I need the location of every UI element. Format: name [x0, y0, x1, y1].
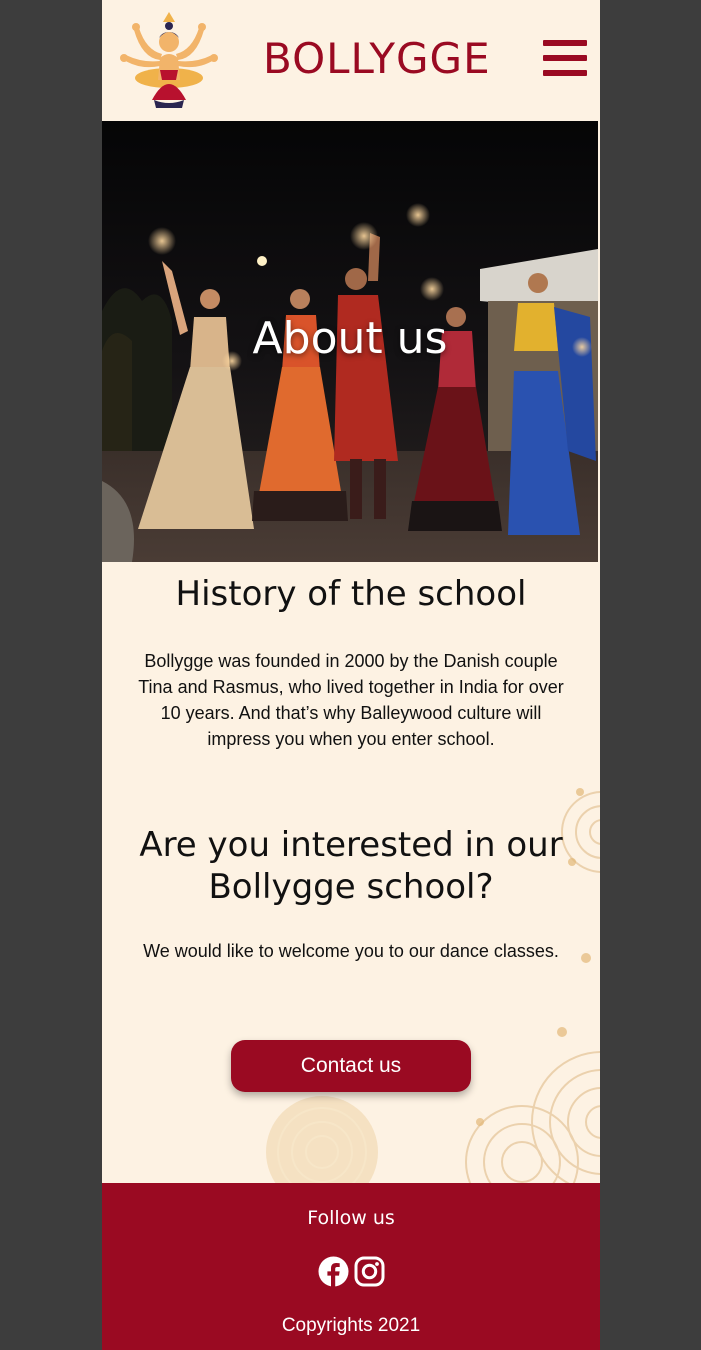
contact-us-button[interactable]: Contact us — [231, 1040, 471, 1092]
page: BOLLYGGE About us History of the school … — [102, 0, 600, 1350]
dancer-logo-icon[interactable] — [116, 8, 222, 114]
menu-bar — [543, 70, 587, 76]
menu-bar — [543, 55, 587, 61]
facebook-icon[interactable] — [318, 1256, 349, 1287]
main-content: History of the school Bollygge was found… — [102, 562, 600, 1183]
history-paragraph: Bollygge was founded in 2000 by the Dani… — [138, 651, 564, 749]
menu-bar — [543, 40, 587, 46]
brand-name[interactable]: BOLLYGGE — [263, 33, 491, 85]
site-footer: Follow us Copyrights 2021 — [102, 1183, 600, 1350]
site-header: BOLLYGGE — [102, 0, 600, 121]
interest-paragraph: We would like to welcome you to our danc… — [143, 941, 559, 961]
hero-image: About us — [102, 121, 598, 562]
hero-title: About us — [252, 313, 448, 364]
hamburger-menu-icon[interactable] — [543, 40, 587, 76]
instagram-icon[interactable] — [354, 1256, 385, 1287]
copyright-text: Copyrights 2021 — [281, 1315, 421, 1336]
social-links — [318, 1256, 386, 1290]
follow-us-label: Follow us — [307, 1207, 395, 1229]
interest-heading: Are you interested in our Bollygge schoo… — [139, 825, 563, 907]
history-heading: History of the school — [175, 574, 527, 614]
